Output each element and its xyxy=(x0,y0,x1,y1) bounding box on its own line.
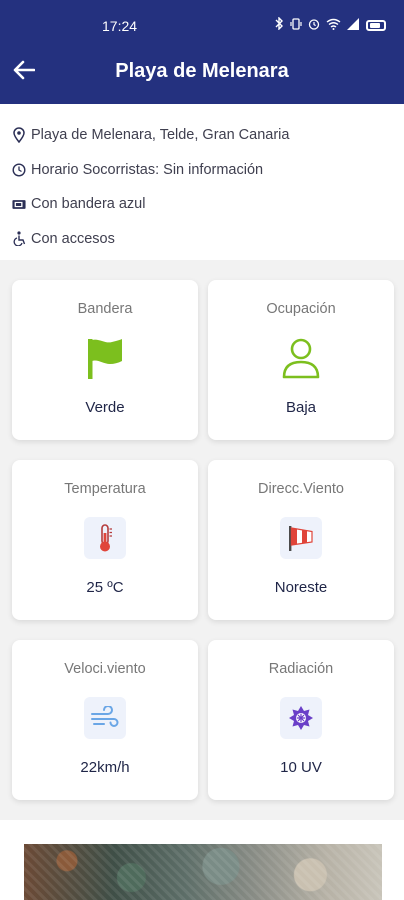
card-flag[interactable]: Bandera Verde xyxy=(12,280,198,440)
status-time: 17:24 xyxy=(102,18,138,34)
card-temperature[interactable]: Temperatura 25 ºC xyxy=(12,460,198,620)
card-value: 10 UV xyxy=(280,759,322,776)
flag-icon xyxy=(81,334,129,382)
alarm-icon xyxy=(308,18,320,33)
info-access: Con accesos xyxy=(0,222,404,257)
info-blue-flag-text: Con bandera azul xyxy=(31,196,146,213)
card-label: Radiación xyxy=(268,661,334,677)
status-bar: 17:24 xyxy=(0,0,404,52)
person-icon xyxy=(277,334,325,382)
card-label: Ocupación xyxy=(266,301,336,317)
info-location: Playa de Melenara, Telde, Gran Canaria xyxy=(0,118,404,153)
clock-icon xyxy=(12,162,26,178)
bluetooth-icon xyxy=(275,16,284,33)
card-value: Verde xyxy=(85,399,125,416)
wind-icon xyxy=(81,694,129,742)
beach-info: Playa de Melenara, Telde, Gran Canaria H… xyxy=(0,104,404,260)
card-value: Noreste xyxy=(274,579,328,596)
card-value: 25 ºC xyxy=(86,579,124,596)
map-section xyxy=(0,820,404,900)
app-bar: 17:24 Playa de Melenara xyxy=(0,0,404,104)
card-radiation[interactable]: Radiación 10 UV xyxy=(208,640,394,800)
wifi-icon xyxy=(326,18,341,33)
card-label: Temperatura xyxy=(64,481,146,497)
info-schedule: Horario Socorristas: Sin información xyxy=(0,153,404,188)
card-wind-speed[interactable]: Veloci.viento 22km/h xyxy=(12,640,198,800)
battery-icon xyxy=(366,19,386,31)
card-label: Bandera xyxy=(77,301,133,317)
signal-icon xyxy=(347,17,360,33)
location-pin-icon xyxy=(12,127,26,144)
vibrate-icon xyxy=(290,17,302,33)
card-occupancy[interactable]: Ocupación Baja xyxy=(208,280,394,440)
page-title: Playa de Melenara xyxy=(115,60,289,82)
card-value: 22km/h xyxy=(80,759,130,776)
card-label: Veloci.viento xyxy=(64,661,146,677)
uv-sun-icon xyxy=(277,694,325,742)
info-schedule-text: Horario Socorristas: Sin información xyxy=(31,161,264,178)
card-wind-direction[interactable]: Direcc.Viento Noreste xyxy=(208,460,394,620)
card-value: Baja xyxy=(285,399,317,416)
accessibility-icon xyxy=(12,231,26,247)
info-location-text: Playa de Melenara, Telde, Gran Canaria xyxy=(31,127,290,144)
thermometer-icon xyxy=(81,514,129,562)
info-blue-flag: Con bandera azul xyxy=(0,187,404,222)
card-label: Direcc.Viento xyxy=(258,481,344,497)
windsock-icon xyxy=(277,514,325,562)
blue-flag-icon xyxy=(12,196,26,212)
beach-map-image[interactable] xyxy=(24,844,382,900)
status-icons xyxy=(275,16,386,33)
info-access-text: Con accesos xyxy=(31,230,115,247)
